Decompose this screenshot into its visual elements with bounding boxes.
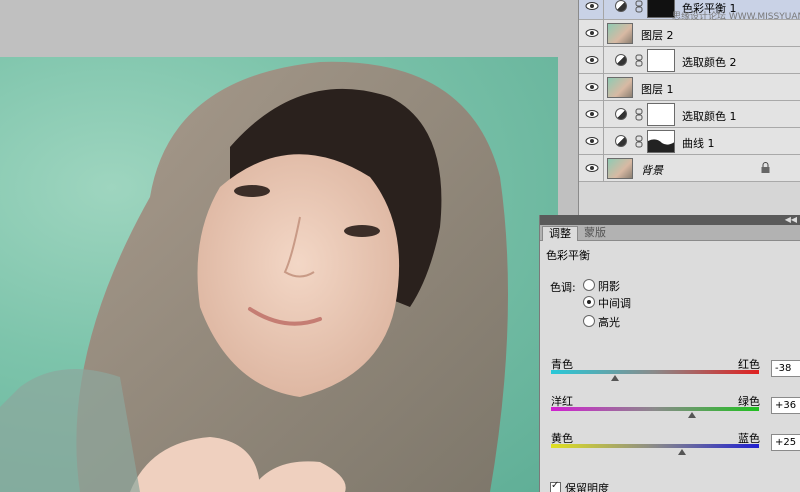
layer-row[interactable]: 曲线 1 (579, 128, 800, 155)
layer-row[interactable]: 图层 1 (579, 74, 800, 101)
radio-highlights-label: 高光 (598, 316, 620, 329)
tab-adjustments[interactable]: 调整 (542, 226, 578, 241)
layer-row[interactable]: 选取颜色 2 (579, 47, 800, 74)
panel-tabs: 调整 蒙版 (540, 225, 800, 241)
layer-thumbnail[interactable] (607, 23, 633, 44)
layer-mask-thumbnail[interactable] (647, 0, 675, 18)
layer-thumbnail[interactable] (607, 158, 633, 179)
magenta-green-slider-thumb[interactable] (688, 412, 697, 418)
eye-icon[interactable] (585, 136, 599, 146)
preserve-luminosity-checkbox[interactable] (550, 480, 561, 492)
cyan-red-value-input[interactable]: -38 (771, 360, 800, 377)
document-canvas[interactable] (0, 57, 558, 492)
layer-name: 图层 1 (641, 83, 674, 96)
row-separator (603, 101, 604, 128)
layer-row[interactable]: 图层 2 (579, 20, 800, 47)
row-separator (603, 0, 604, 20)
layer-name: 背景 (641, 164, 663, 177)
watermark-text: 思缘设计论坛 WWW.MISSYUAN.COM (672, 12, 800, 22)
cyan-red-slider-thumb[interactable] (611, 375, 620, 381)
layer-row[interactable]: 背景 (579, 155, 800, 182)
layer-thumbnail[interactable] (607, 77, 633, 98)
layer-mask-thumbnail[interactable] (647, 103, 675, 126)
radio-highlights[interactable] (583, 315, 595, 327)
chain-link-icon[interactable] (635, 108, 643, 121)
radio-shadows[interactable] (583, 279, 595, 291)
chain-link-icon[interactable] (635, 135, 643, 148)
preserve-luminosity-label: 保留明度 (565, 482, 609, 492)
adjustment-layer-icon (615, 135, 627, 147)
collapse-icon[interactable]: ◀◀ (785, 215, 797, 225)
layer-name: 选取颜色 2 (682, 56, 737, 69)
adjustment-layer-icon (615, 54, 627, 66)
eye-icon[interactable] (585, 1, 599, 11)
magenta-green-slider[interactable] (551, 407, 759, 411)
tab-masks[interactable]: 蒙版 (578, 226, 612, 241)
layer-name: 曲线 1 (682, 137, 715, 150)
eye-icon[interactable] (585, 28, 599, 38)
row-separator (603, 20, 604, 47)
eye-icon[interactable] (585, 163, 599, 173)
chain-link-icon[interactable] (635, 0, 643, 13)
yellow-blue-slider[interactable] (551, 444, 759, 448)
chain-link-icon[interactable] (635, 54, 643, 67)
cyan-red-slider[interactable] (551, 370, 759, 374)
row-separator (603, 74, 604, 101)
panel-title-bar[interactable]: ◀◀ (540, 215, 800, 225)
eye-icon[interactable] (585, 55, 599, 65)
row-separator (603, 155, 604, 182)
layer-mask-thumbnail[interactable] (647, 49, 675, 72)
radio-midtones-label: 中间调 (598, 297, 631, 310)
radio-shadows-label: 阴影 (598, 280, 620, 293)
eye-icon[interactable] (585, 82, 599, 92)
adjustment-layer-icon (615, 0, 627, 12)
adjustment-layer-icon (615, 108, 627, 120)
magenta-green-value-input[interactable]: +36 (771, 397, 800, 414)
layer-name: 图层 2 (641, 29, 674, 42)
tone-label: 色调: (550, 281, 576, 294)
yellow-blue-value-input[interactable]: +25 (771, 434, 800, 451)
layer-row[interactable]: 选取颜色 1 (579, 101, 800, 128)
adjustment-title: 色彩平衡 (546, 249, 590, 262)
adjustments-panel: ◀◀ 调整 蒙版 色彩平衡 色调: 阴影 中间调 高光 青色 红色 -38 洋红… (539, 215, 800, 492)
eye-icon[interactable] (585, 109, 599, 119)
layer-name: 选取颜色 1 (682, 110, 737, 123)
lock-icon (761, 162, 770, 173)
layers-panel: 色彩平衡 1 图层 2 选取颜色 2 图层 1 选取颜色 1 曲线 1 背景 (578, 0, 800, 215)
photo-image (0, 61, 508, 492)
row-separator (603, 128, 604, 155)
layer-mask-thumbnail[interactable] (647, 130, 675, 153)
row-separator (603, 47, 604, 74)
radio-midtones[interactable] (583, 296, 595, 308)
yellow-blue-slider-thumb[interactable] (678, 449, 687, 455)
